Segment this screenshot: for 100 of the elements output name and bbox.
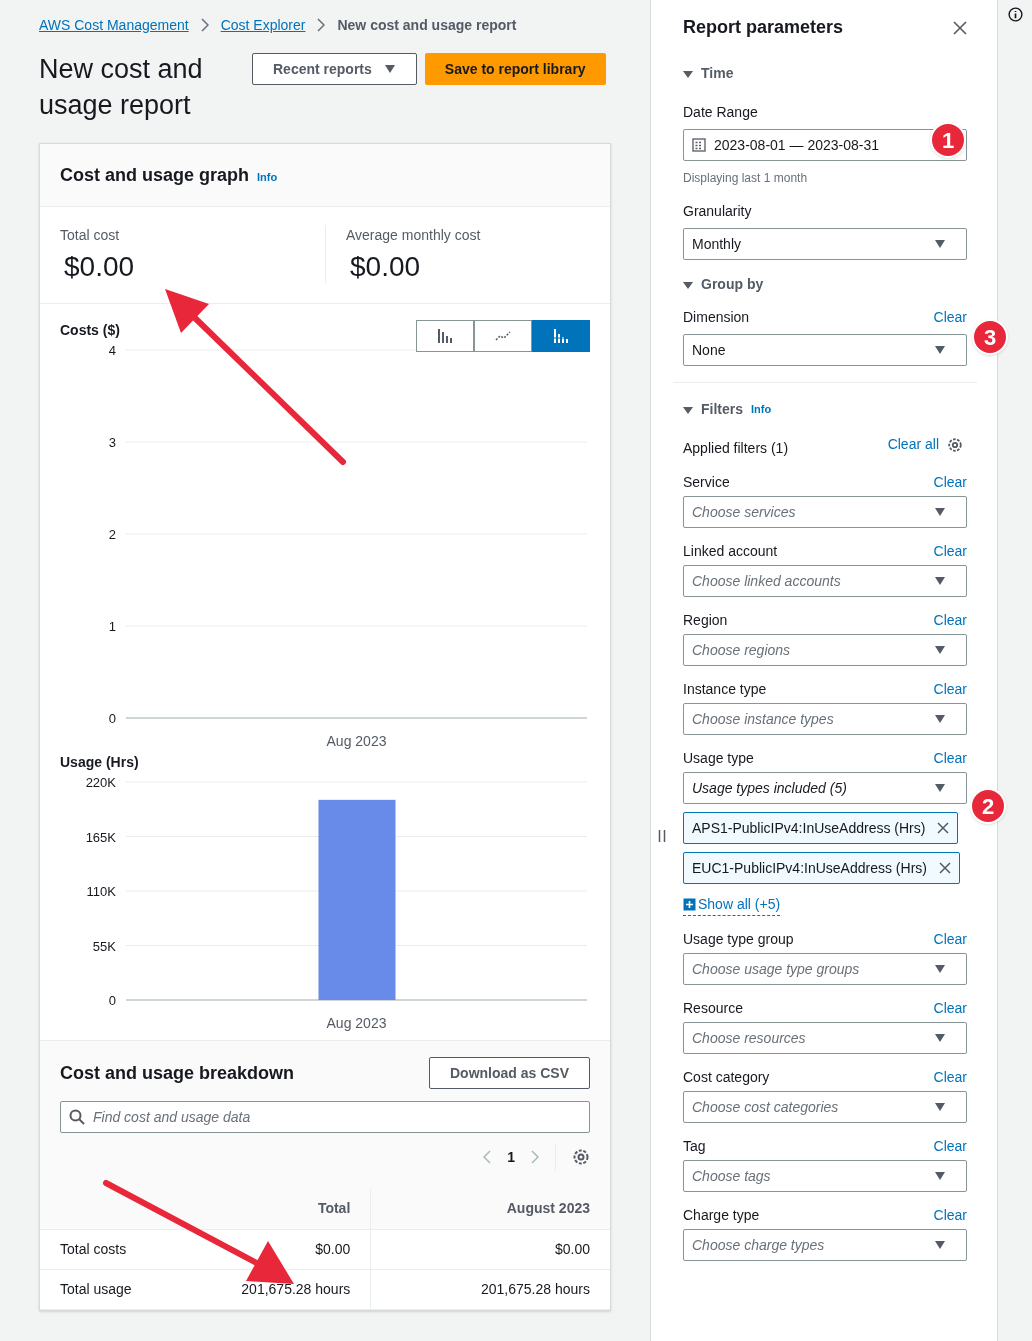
section-heading[interactable]: Group by (701, 274, 764, 295)
axis-tick-label: 3 (108, 435, 116, 450)
dropdown[interactable]: Choose tags (683, 1160, 967, 1192)
table-cell: 201,675.28 hours (131, 1269, 371, 1309)
field-label: Instance type (683, 680, 767, 698)
clear-link[interactable]: Clear (933, 1068, 967, 1086)
dropdown[interactable]: Usage types included (5) (683, 772, 967, 804)
settings-icon[interactable] (947, 436, 963, 453)
close-icon[interactable] (937, 822, 950, 834)
dropdown[interactable]: Choose usage type groups (683, 953, 967, 985)
line-chart-icon (495, 330, 511, 342)
clear-link[interactable]: Clear (933, 307, 967, 328)
caret-icon (934, 345, 946, 355)
clear-link[interactable]: Clear (933, 611, 967, 629)
clear-all-link[interactable]: Clear all (887, 434, 939, 455)
chart-type-button[interactable] (416, 320, 474, 352)
card-title: Cost and usage graph (60, 163, 250, 187)
summary-value: $0.00 (63, 250, 136, 284)
clear-link[interactable]: Clear (933, 749, 967, 767)
field-label: Service (683, 473, 730, 491)
clear-link[interactable]: Clear (933, 999, 967, 1017)
page-number[interactable]: 1 (507, 1146, 515, 1168)
chevron-right-icon (317, 18, 326, 32)
axis-category-label: Aug 2023 (326, 1015, 387, 1031)
caret-icon (934, 576, 946, 586)
section-heading[interactable]: Filters (701, 399, 743, 420)
dropdown[interactable]: Choose linked accounts (683, 565, 967, 597)
settings-icon[interactable] (572, 1148, 590, 1166)
field-label: Tag (683, 1137, 706, 1155)
field-label: Dimension (683, 308, 750, 327)
section-heading[interactable]: Time (701, 63, 734, 84)
dropdown[interactable]: Choose charge types (683, 1229, 967, 1261)
summary-value: $0.00 (349, 250, 422, 284)
clear-link[interactable]: Clear (933, 1137, 967, 1155)
field-label: Linked account (683, 542, 778, 560)
resize-handle-icon[interactable] (658, 830, 666, 842)
breadcrumb-link[interactable]: Cost Explorer (220, 14, 306, 36)
calendar-icon (692, 138, 706, 152)
dropdown[interactable]: Monthly (683, 228, 967, 260)
download-button[interactable]: Download as CSV (428, 1057, 590, 1089)
show-all-link[interactable]: Show all (+5) (683, 894, 781, 916)
caret-icon (934, 1240, 946, 1250)
clear-link[interactable]: Clear (933, 680, 967, 698)
caret-icon (383, 64, 396, 74)
chart-title: Usage (Hrs) (60, 753, 139, 772)
close-icon[interactable] (938, 862, 951, 874)
summary-label: Average monthly cost (346, 226, 482, 245)
table-cell: $0.00 (131, 1229, 371, 1269)
axis-tick-label: 0 (108, 993, 116, 1008)
caret-icon (934, 964, 946, 974)
dropdown[interactable]: None (683, 334, 967, 366)
table-cell: 201,675.28 hours (370, 1269, 610, 1309)
info-link[interactable]: Info (751, 401, 772, 418)
breadcrumb-link[interactable]: AWS Cost Management (39, 14, 189, 36)
dropdown[interactable]: Choose services (683, 496, 967, 528)
table-cell: Total usage (40, 1269, 132, 1309)
close-icon[interactable] (953, 20, 967, 35)
dropdown[interactable]: Choose cost categories (683, 1091, 967, 1123)
column-header: Total (131, 1189, 371, 1229)
axis-category-label: Aug 2023 (326, 733, 387, 749)
chart-type-button[interactable] (474, 320, 532, 352)
token-label: EUC1-PublicIPv4:InUseAddress (Hrs) (692, 858, 927, 878)
info-link[interactable]: Info (257, 168, 278, 186)
clear-link[interactable]: Clear (933, 542, 967, 560)
chevron-right-icon (200, 18, 209, 32)
stacked-bar-chart-icon (553, 329, 569, 343)
axis-tick-label: 1 (108, 619, 116, 634)
table-cell: $0.00 (370, 1229, 610, 1269)
axis-tick-label: 220K (85, 775, 116, 790)
page-title: New cost and usage report (39, 53, 204, 122)
info-icon[interactable] (1007, 7, 1023, 22)
dropdown[interactable]: Choose instance types (683, 703, 967, 735)
field-label: Usage type group (683, 930, 794, 948)
axis-tick-label: 2 (108, 527, 116, 542)
chart-type-button[interactable] (532, 320, 590, 352)
caret-icon (934, 1102, 946, 1112)
caret-icon (934, 1033, 946, 1043)
breadcrumb-current: New cost and usage report (337, 15, 517, 35)
search-icon (69, 1109, 85, 1125)
clear-link[interactable]: Clear (933, 473, 967, 491)
applied-filters-label: Applied filters (1) (683, 439, 789, 458)
save-button[interactable]: Save to report library (424, 53, 606, 85)
field-label: Granularity (683, 202, 753, 221)
caret-icon (934, 507, 946, 517)
recent-reports-button[interactable]: Recent reports (252, 53, 417, 85)
clear-link[interactable]: Clear (933, 1206, 967, 1224)
caret-icon (934, 645, 946, 655)
clear-link[interactable]: Clear (933, 930, 967, 948)
chart-title: Costs ($) (60, 321, 120, 340)
caret-icon (934, 1171, 946, 1181)
caret-icon (934, 783, 946, 793)
field-label: Usage type (683, 749, 754, 767)
dropdown[interactable]: Choose regions (683, 634, 967, 666)
section-title: Cost and usage breakdown (60, 1061, 295, 1085)
hint-text: Displaying last 1 month (683, 170, 809, 187)
dropdown[interactable]: Choose resources (683, 1022, 967, 1054)
search-field[interactable]: Find cost and usage data (60, 1101, 590, 1133)
token-label: APS1-PublicIPv4:InUseAddress (Hrs) (692, 818, 926, 838)
field-label: Charge type (683, 1206, 760, 1224)
field-label: Cost category (683, 1068, 770, 1086)
